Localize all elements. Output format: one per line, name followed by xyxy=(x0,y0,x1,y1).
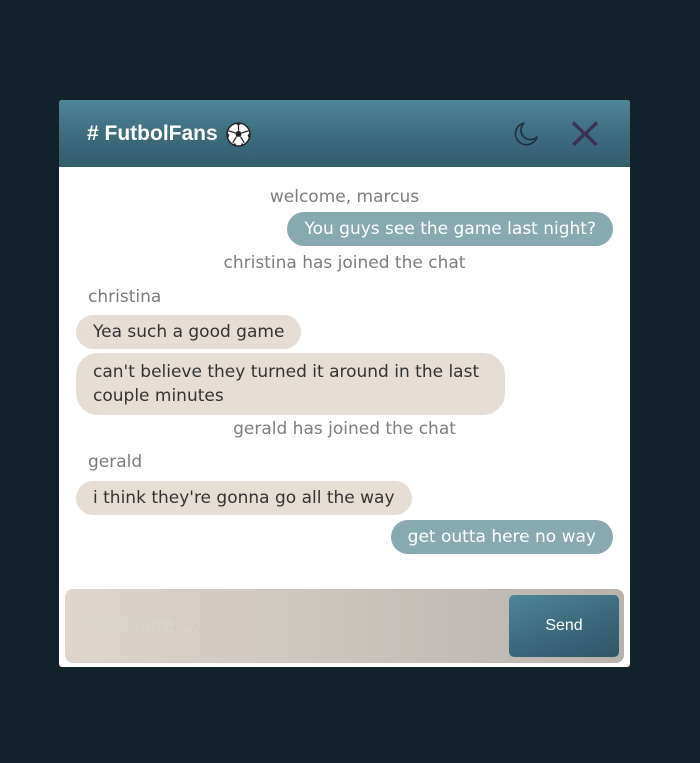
channel-title: # FutbolFans xyxy=(87,121,251,147)
chat-window: # FutbolFans welcome, marcus You guys se… xyxy=(59,100,630,667)
chat-header: # FutbolFans xyxy=(59,100,630,167)
incoming-message: Yea such a good game xyxy=(76,315,302,349)
outgoing-message: get outta here no way xyxy=(390,520,613,554)
system-message: welcome, marcus xyxy=(269,187,420,207)
moon-icon[interactable] xyxy=(511,119,541,149)
sender-name: christina xyxy=(88,287,162,307)
system-message: gerald has joined the chat xyxy=(233,419,456,439)
sender-name: gerald xyxy=(88,452,143,472)
message-list: welcome, marcus You guys see the game la… xyxy=(59,167,630,587)
message-input[interactable] xyxy=(69,595,501,657)
channel-title-text: # FutbolFans xyxy=(87,122,218,145)
outgoing-message: You guys see the game last night? xyxy=(287,212,613,246)
incoming-message: can't believe they turned it around in t… xyxy=(76,353,505,415)
close-x-icon[interactable] xyxy=(569,117,601,149)
message-composer: Send xyxy=(65,589,624,663)
system-message: christina has joined the chat xyxy=(223,253,466,273)
send-button[interactable]: Send xyxy=(509,595,619,657)
soccer-ball-icon xyxy=(225,121,251,147)
incoming-message: i think they're gonna go all the way xyxy=(76,481,412,515)
